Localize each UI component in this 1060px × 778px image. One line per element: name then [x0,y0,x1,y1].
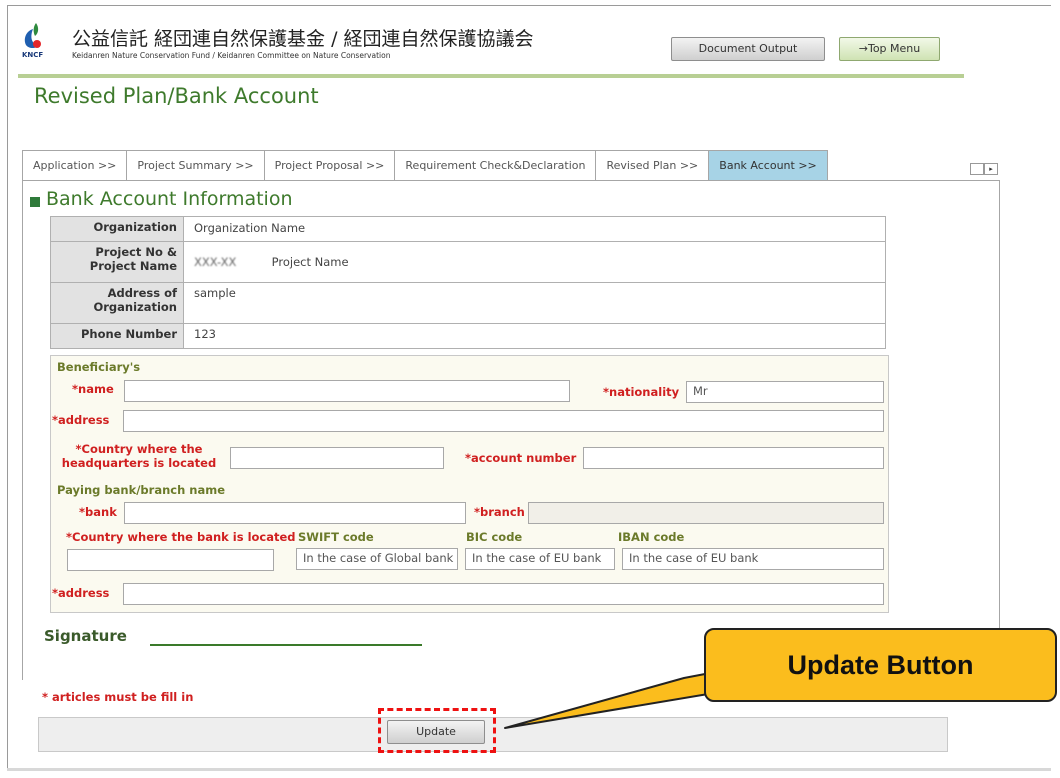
update-button-callout: Update Button [704,628,1057,702]
